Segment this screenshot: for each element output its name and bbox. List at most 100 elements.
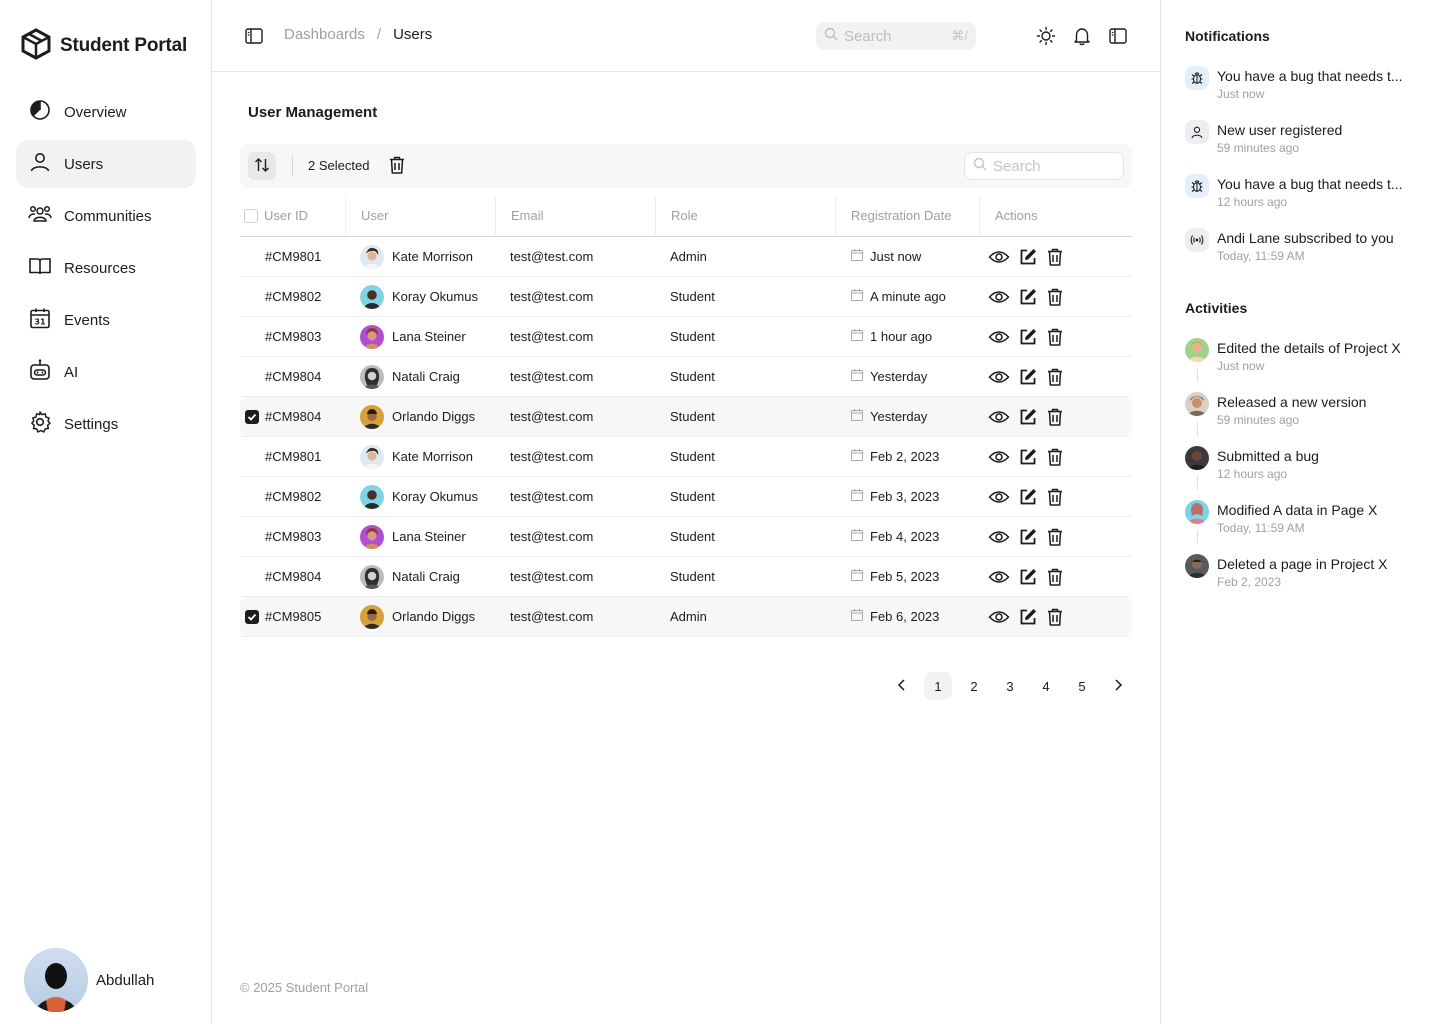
calendar-icon xyxy=(850,248,864,265)
activity-item[interactable]: Edited the details of Project X Just now xyxy=(1185,338,1437,374)
view-button[interactable] xyxy=(988,608,1010,626)
delete-selected-button[interactable] xyxy=(388,155,406,178)
table-row[interactable]: #CM9801 Kate Morrison test@test.com Student… xyxy=(240,436,1132,477)
edit-button[interactable] xyxy=(1018,447,1038,467)
delete-button[interactable] xyxy=(1046,527,1064,547)
global-search-input[interactable]: Search ⌘/ xyxy=(816,22,976,50)
cell-email: test@test.com xyxy=(495,396,655,437)
table-row[interactable]: #CM9803 Lana Steiner test@test.com Student F… xyxy=(240,516,1132,557)
row-checkbox[interactable] xyxy=(245,609,259,624)
delete-button[interactable] xyxy=(1046,447,1064,467)
calendar-icon xyxy=(850,328,864,345)
view-button[interactable] xyxy=(988,528,1010,546)
timeline-connector xyxy=(1197,530,1198,544)
notification-item[interactable]: You have a bug that needs t... Just now xyxy=(1185,66,1437,102)
delete-button[interactable] xyxy=(1046,327,1064,347)
table-row[interactable]: #CM9802 Koray Okumus test@test.com Student F… xyxy=(240,476,1132,517)
delete-button[interactable] xyxy=(1046,607,1064,627)
delete-button[interactable] xyxy=(1046,407,1064,427)
view-button[interactable] xyxy=(988,448,1010,466)
notification-item[interactable]: Andi Lane subscribed to you Today, 11:59 … xyxy=(1185,228,1437,264)
notification-item[interactable]: New user registered 59 minutes ago xyxy=(1185,120,1437,156)
edit-button[interactable] xyxy=(1018,367,1038,387)
view-button[interactable] xyxy=(988,368,1010,386)
table-row[interactable]: #CM9801 Kate Morrison test@test.com Admin Ju… xyxy=(240,236,1132,277)
next-page-button[interactable] xyxy=(1104,672,1132,700)
table-row[interactable]: #CM9804 Natali Craig test@test.com Student Y… xyxy=(240,356,1132,397)
cell-user: Kate Morrison xyxy=(345,236,495,277)
cell-email: test@test.com xyxy=(495,516,655,557)
notifications-title: Notifications xyxy=(1185,28,1270,44)
prev-page-button[interactable] xyxy=(888,672,916,700)
panel-toggle-icon[interactable] xyxy=(1106,24,1130,48)
user-role: Student xyxy=(670,449,715,464)
bug-icon xyxy=(1185,174,1209,198)
notification-item[interactable]: You have a bug that needs t... 12 hours a… xyxy=(1185,174,1437,210)
delete-button[interactable] xyxy=(1046,367,1064,387)
table-row[interactable]: #CM9803 Lana Steiner test@test.com Student 1… xyxy=(240,316,1132,357)
edit-button[interactable] xyxy=(1018,407,1038,427)
page-button[interactable]: 4 xyxy=(1032,672,1060,700)
view-button[interactable] xyxy=(988,328,1010,346)
calendar-icon xyxy=(850,608,864,625)
page-button[interactable]: 1 xyxy=(924,672,952,700)
user-name: Orlando Diggs xyxy=(392,409,476,424)
sidebar-item-ai[interactable]: AI xyxy=(16,348,196,396)
view-button[interactable] xyxy=(988,568,1010,586)
edit-button[interactable] xyxy=(1018,327,1038,347)
sidebar-item-users[interactable]: Users xyxy=(16,140,196,188)
view-button[interactable] xyxy=(988,408,1010,426)
header-role: Role xyxy=(655,196,835,237)
view-button[interactable] xyxy=(988,288,1010,306)
delete-button[interactable] xyxy=(1046,487,1064,507)
select-all-checkbox[interactable] xyxy=(244,209,258,223)
table-row[interactable]: #CM9802 Koray Okumus test@test.com Student A… xyxy=(240,276,1132,317)
cell-role: Admin xyxy=(655,596,835,637)
view-button[interactable] xyxy=(988,248,1010,266)
brand[interactable]: Student Portal xyxy=(20,28,187,63)
edit-button[interactable] xyxy=(1018,247,1038,267)
edit-button[interactable] xyxy=(1018,287,1038,307)
row-checkbox[interactable] xyxy=(245,409,259,424)
sidebar-toggle-icon[interactable] xyxy=(242,24,266,48)
sidebar-item-resources[interactable]: Resources xyxy=(16,244,196,292)
sidebar-item-label: Users xyxy=(64,155,104,173)
sidebar-item-events[interactable]: 31 Events xyxy=(16,296,196,344)
edit-button[interactable] xyxy=(1018,607,1038,627)
cell-user-id: #CM9801 xyxy=(240,236,345,277)
page-button[interactable]: 5 xyxy=(1068,672,1096,700)
table-row[interactable]: #CM9805 Orlando Diggs test@test.com Admin Fe… xyxy=(240,596,1132,637)
activity-item[interactable]: Released a new version 59 minutes ago xyxy=(1185,392,1437,428)
activity-item[interactable]: Deleted a page in Project X Feb 2, 2023 xyxy=(1185,554,1437,590)
delete-button[interactable] xyxy=(1046,567,1064,587)
avatar xyxy=(360,564,384,589)
cell-email: test@test.com xyxy=(495,476,655,517)
table-row[interactable]: #CM9804 Natali Craig test@test.com Student F… xyxy=(240,556,1132,597)
delete-button[interactable] xyxy=(1046,247,1064,267)
sidebar-item-communities[interactable]: Communities xyxy=(16,192,196,240)
bell-icon[interactable] xyxy=(1070,24,1094,48)
edit-button[interactable] xyxy=(1018,527,1038,547)
table-row[interactable]: #CM9804 Orlando Diggs test@test.com Student… xyxy=(240,396,1132,437)
sidebar-item-overview[interactable]: Overview xyxy=(16,88,196,136)
page-button[interactable]: 3 xyxy=(996,672,1024,700)
sort-button[interactable] xyxy=(248,152,276,180)
search-icon xyxy=(824,27,838,45)
theme-toggle-icon[interactable] xyxy=(1034,24,1058,48)
table-search-input[interactable]: Search xyxy=(964,152,1124,180)
registration-date: A minute ago xyxy=(870,289,946,304)
cell-email: test@test.com xyxy=(495,236,655,277)
registration-date: Feb 4, 2023 xyxy=(870,529,940,544)
breadcrumb-dashboards[interactable]: Dashboards xyxy=(284,26,365,43)
delete-button[interactable] xyxy=(1046,287,1064,307)
sidebar-item-settings[interactable]: Settings xyxy=(16,400,196,448)
page-button[interactable]: 2 xyxy=(960,672,988,700)
activity-item[interactable]: Modified A data in Page X Today, 11:59 AM xyxy=(1185,500,1437,536)
edit-button[interactable] xyxy=(1018,487,1038,507)
edit-button[interactable] xyxy=(1018,567,1038,587)
avatar xyxy=(1185,392,1209,416)
user-profile[interactable]: Abdullah xyxy=(24,948,154,1012)
view-button[interactable] xyxy=(988,488,1010,506)
activity-item[interactable]: Submitted a bug 12 hours ago xyxy=(1185,446,1437,482)
trash-icon xyxy=(1048,528,1062,546)
